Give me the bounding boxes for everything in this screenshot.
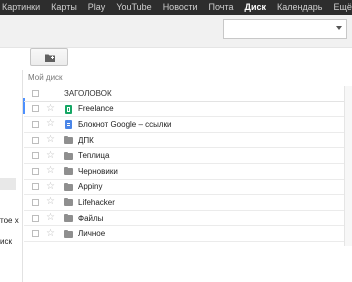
list-item[interactable]: ☆ Appiny [24, 180, 352, 196]
item-name[interactable]: ДПК [78, 136, 94, 145]
new-folder-button[interactable] [30, 48, 68, 66]
folder-icon [64, 182, 73, 191]
list-item[interactable]: ☆ ДПК [24, 133, 352, 149]
nav-item-play[interactable]: Play [83, 0, 112, 15]
star-icon[interactable]: ☆ [46, 213, 55, 223]
item-name[interactable]: Теплица [78, 151, 109, 160]
star-icon[interactable]: ☆ [46, 119, 55, 129]
nav-item-maps[interactable]: Карты [46, 0, 83, 15]
folder-icon [64, 214, 73, 223]
item-checkbox[interactable] [32, 167, 39, 175]
nav-item-images[interactable]: Картинки [0, 0, 46, 15]
item-name[interactable]: Блокнот Google – ссылки [78, 120, 172, 129]
toolbar [0, 48, 352, 70]
nav-item-drive[interactable]: Диск [240, 0, 272, 15]
item-name[interactable]: Черновики [78, 167, 118, 176]
star-icon[interactable]: ☆ [46, 150, 55, 161]
star-icon[interactable]: ☆ [46, 197, 55, 207]
star-icon[interactable]: ☆ [46, 228, 55, 239]
star-icon[interactable]: ☆ [46, 181, 55, 192]
item-name[interactable]: Appiny [78, 182, 102, 191]
item-checkbox[interactable] [32, 105, 39, 113]
sidebar-partial-label[interactable]: тое х [0, 216, 20, 225]
nav-item-mail[interactable]: Почта [204, 0, 240, 15]
spreadsheet-icon [64, 104, 73, 114]
list-item[interactable]: ☆ Lifehacker [24, 195, 352, 211]
sidebar-partial-label[interactable]: иск [0, 237, 20, 246]
item-checkbox[interactable] [32, 214, 39, 222]
left-sidebar: тое х иск [0, 70, 23, 282]
nav-item-more[interactable]: Ещё [328, 0, 352, 15]
star-icon[interactable]: ☆ [46, 166, 55, 176]
nav-item-news[interactable]: Новости [158, 0, 204, 15]
search-options-chevron-icon[interactable] [336, 26, 342, 30]
select-all-checkbox[interactable] [32, 89, 39, 97]
star-icon[interactable]: ☆ [46, 135, 55, 145]
scrollbar[interactable] [344, 86, 352, 246]
top-navigation-bar: Картинки Карты Play YouTube Новости Почт… [0, 0, 352, 15]
item-name[interactable]: Файлы [78, 214, 103, 223]
folder-icon [64, 198, 73, 207]
item-checkbox[interactable] [32, 198, 39, 206]
list-item[interactable]: ☆ Блокнот Google – ссылки [24, 117, 352, 133]
sidebar-selected-item[interactable] [0, 178, 16, 190]
folder-icon [64, 167, 73, 176]
nav-item-youtube[interactable]: YouTube [111, 0, 157, 15]
list-item[interactable]: ☆ Теплица [24, 148, 352, 164]
header-band [0, 15, 352, 48]
folder-plus-icon [45, 54, 55, 62]
list-item[interactable]: ☆ Личное [24, 226, 352, 242]
list-item[interactable]: ☆ Freelance [24, 102, 352, 118]
search-input[interactable] [223, 19, 347, 39]
item-name[interactable]: Личное [78, 229, 105, 238]
item-checkbox[interactable] [32, 136, 39, 144]
folder-icon [64, 229, 73, 238]
star-icon[interactable]: ☆ [46, 103, 55, 114]
folder-icon [64, 151, 73, 160]
item-checkbox[interactable] [32, 230, 39, 238]
item-name[interactable]: Lifehacker [78, 198, 115, 207]
item-checkbox[interactable] [32, 120, 39, 128]
document-icon [64, 120, 73, 130]
nav-item-calendar[interactable]: Календарь [272, 0, 328, 15]
list-header-row: ЗАГОЛОВОК [24, 86, 352, 102]
list-item[interactable]: ☆ Файлы [24, 211, 352, 227]
item-name[interactable]: Freelance [78, 104, 114, 113]
column-header-title[interactable]: ЗАГОЛОВОК [64, 89, 112, 98]
item-checkbox[interactable] [32, 183, 39, 191]
section-title: Мой диск [28, 73, 63, 82]
list-item[interactable]: ☆ Черновики [24, 164, 352, 180]
item-checkbox[interactable] [32, 152, 39, 160]
file-list: ЗАГОЛОВОК ☆ Freelance ☆ Блокнот Google –… [24, 86, 352, 242]
folder-icon [64, 136, 73, 145]
